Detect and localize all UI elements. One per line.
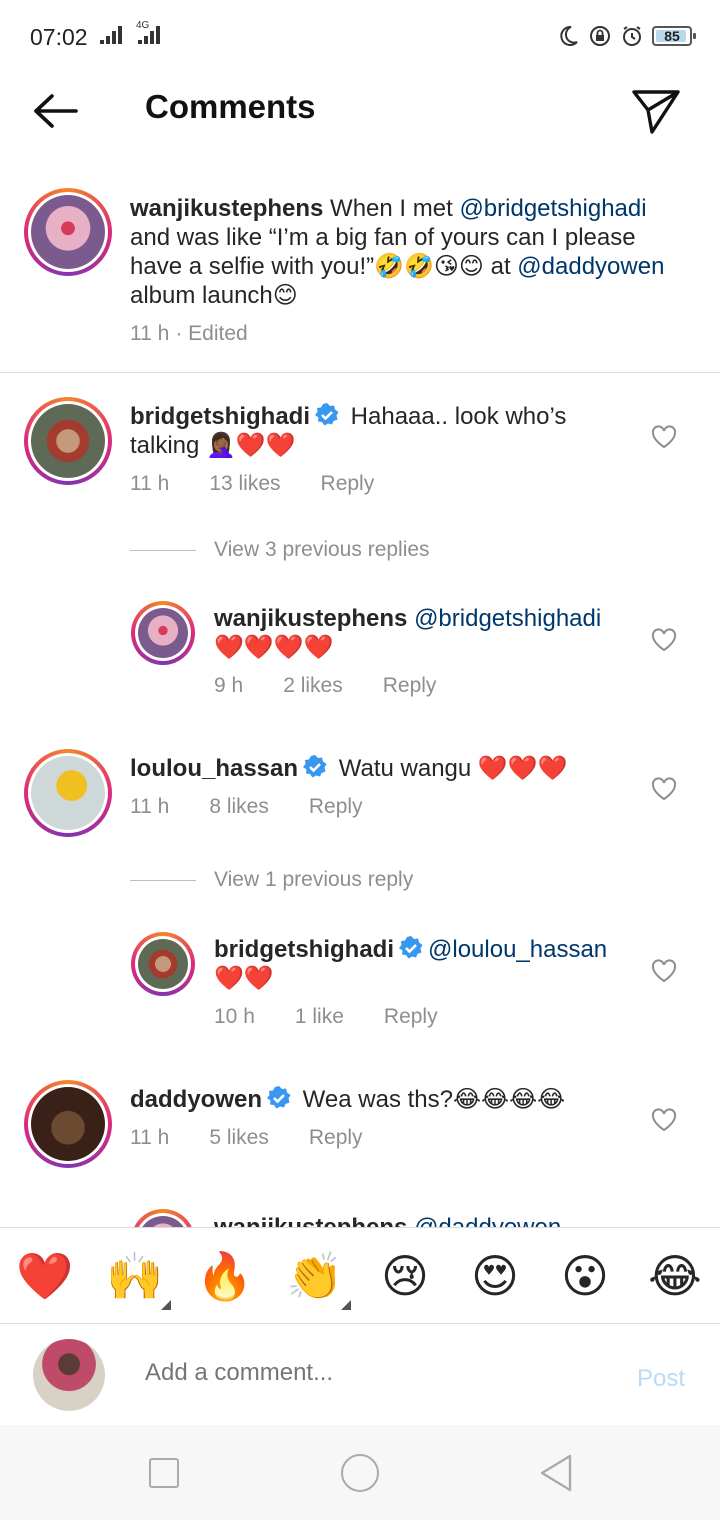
emoji-raising-hands[interactable]: 🙌 xyxy=(105,1250,165,1302)
timestamp: 11 h xyxy=(130,795,170,818)
username[interactable]: daddyowen xyxy=(130,1086,262,1113)
caption: wanjikustephens When I met @bridgetshigh… xyxy=(130,194,670,346)
comment-text: Watu wangu ❤️❤️❤️ xyxy=(332,755,568,782)
username[interactable]: wanjikustephens xyxy=(214,1214,407,1227)
likes-count[interactable]: 5 likes xyxy=(209,1126,269,1150)
mention-link[interactable]: @loulou_hassan xyxy=(428,936,607,963)
post-button[interactable]: Post xyxy=(637,1365,685,1393)
username[interactable]: bridgetshighadi xyxy=(130,403,310,430)
home-button[interactable] xyxy=(341,1454,379,1492)
avatar[interactable] xyxy=(131,932,195,996)
reply-button[interactable]: Reply xyxy=(384,1005,438,1029)
view-replies-button[interactable]: View 3 previous replies xyxy=(130,538,430,562)
username[interactable]: loulou_hassan xyxy=(130,755,298,782)
likes-count[interactable]: 2 likes xyxy=(283,674,343,698)
emoji-clapping[interactable]: 👏 xyxy=(285,1250,345,1302)
emoji-laughing[interactable]: 😂 xyxy=(645,1250,705,1302)
reply-button[interactable]: Reply xyxy=(321,472,375,496)
back-button[interactable] xyxy=(538,1453,574,1493)
avatar[interactable] xyxy=(131,601,195,665)
emoji-heart[interactable]: ❤️ xyxy=(15,1250,75,1302)
skin-tone-indicator xyxy=(161,1300,171,1310)
avatar[interactable] xyxy=(24,1080,112,1168)
username[interactable]: bridgetshighadi xyxy=(214,936,394,963)
back-arrow-icon[interactable] xyxy=(30,86,80,136)
next-reply-peek: wanjikustephens @daddyowen xyxy=(0,1205,720,1227)
lock-rotation-icon xyxy=(590,26,610,46)
avatar[interactable] xyxy=(131,1209,195,1227)
divider xyxy=(0,372,720,373)
like-heart-icon[interactable] xyxy=(650,775,678,803)
reply-button[interactable]: Reply xyxy=(309,1126,363,1150)
mention-link[interactable]: @bridgetshighadi xyxy=(459,195,646,222)
header: Comments xyxy=(0,72,720,148)
emoji-bar: ❤️ 🙌 🔥 👏 😢 😍 😮 😂 xyxy=(0,1227,720,1324)
verified-badge-icon xyxy=(399,936,423,959)
comment-text: Wea was ths?😂😂😂😂 xyxy=(296,1086,566,1113)
verified-badge-icon xyxy=(303,755,327,778)
like-heart-icon[interactable] xyxy=(650,1106,678,1134)
comment-composer: Post xyxy=(0,1325,720,1425)
system-nav-bar xyxy=(0,1425,720,1520)
recents-button[interactable] xyxy=(149,1458,179,1488)
verified-badge-icon xyxy=(315,403,339,426)
comment-input[interactable] xyxy=(145,1359,605,1387)
reply-item: bridgetshighadi @loulou_hassan ❤️❤️ 10 h … xyxy=(214,935,634,1029)
like-heart-icon[interactable] xyxy=(650,626,678,654)
status-icons: 85 xyxy=(556,24,696,48)
comment-item: loulou_hassan Watu wangu ❤️❤️❤️ 11 h 8 l… xyxy=(130,754,630,819)
view-replies-label: View 3 previous replies xyxy=(214,538,430,561)
username[interactable]: wanjikustephens xyxy=(214,605,407,632)
emoji-heart-eyes[interactable]: 😍 xyxy=(465,1250,525,1302)
caption-text: When I met xyxy=(323,195,460,222)
comment-item: daddyowen Wea was ths?😂😂😂😂 11 h 5 likes … xyxy=(130,1085,630,1150)
view-replies-button[interactable]: View 1 previous reply xyxy=(130,868,413,892)
page-title: Comments xyxy=(145,88,316,125)
reply-button[interactable]: Reply xyxy=(309,795,363,819)
timestamp: 10 h xyxy=(214,1005,255,1028)
caption-text: album launch😊 xyxy=(130,282,298,309)
mention-link[interactable]: @bridgetshighadi xyxy=(414,605,601,632)
moon-icon xyxy=(560,25,578,46)
signal-4g-icon xyxy=(138,24,162,44)
avatar[interactable] xyxy=(24,749,112,837)
like-heart-icon[interactable] xyxy=(650,957,678,985)
reply-button[interactable]: Reply xyxy=(383,674,437,698)
likes-count[interactable]: 1 like xyxy=(295,1005,344,1029)
like-heart-icon[interactable] xyxy=(650,423,678,451)
view-replies-label: View 1 previous reply xyxy=(214,868,414,891)
emoji-fire[interactable]: 🔥 xyxy=(195,1250,255,1302)
likes-count[interactable]: 13 likes xyxy=(209,472,280,496)
mention-link[interactable]: @daddyowen xyxy=(517,253,664,280)
skin-tone-indicator xyxy=(341,1300,351,1310)
battery-icon: 85 xyxy=(652,26,696,46)
timestamp: 11 h xyxy=(130,472,170,495)
signal-icon xyxy=(100,24,124,44)
emoji-crying[interactable]: 😢 xyxy=(375,1250,435,1302)
timestamp: 11 h xyxy=(130,322,170,345)
battery-level: 85 xyxy=(664,28,680,44)
alarm-icon xyxy=(623,26,641,46)
comment-text: ❤️❤️ xyxy=(214,965,274,992)
likes-count[interactable]: 8 likes xyxy=(209,795,269,819)
mention-link[interactable]: @daddyowen xyxy=(414,1214,561,1227)
timestamp: 9 h xyxy=(214,674,244,697)
direct-message-icon[interactable] xyxy=(628,84,682,138)
verified-badge-icon xyxy=(267,1086,291,1109)
reply-item: wanjikustephens @bridgetshighadi ❤️❤️❤️❤… xyxy=(214,604,634,698)
username[interactable]: wanjikustephens xyxy=(130,195,323,222)
timestamp: 11 h xyxy=(130,1126,170,1149)
status-time: 07:02 xyxy=(30,24,88,50)
avatar[interactable] xyxy=(24,188,112,276)
my-avatar xyxy=(33,1339,105,1411)
status-bar: 07:02 4G 85 xyxy=(0,0,720,72)
comment-text: ❤️❤️❤️❤️ xyxy=(214,634,334,661)
emoji-surprised[interactable]: 😮 xyxy=(555,1250,615,1302)
edited-label: · Edited xyxy=(175,322,248,345)
avatar[interactable] xyxy=(24,397,112,485)
comment-item: bridgetshighadi Hahaaa.. look who’s talk… xyxy=(130,402,630,496)
